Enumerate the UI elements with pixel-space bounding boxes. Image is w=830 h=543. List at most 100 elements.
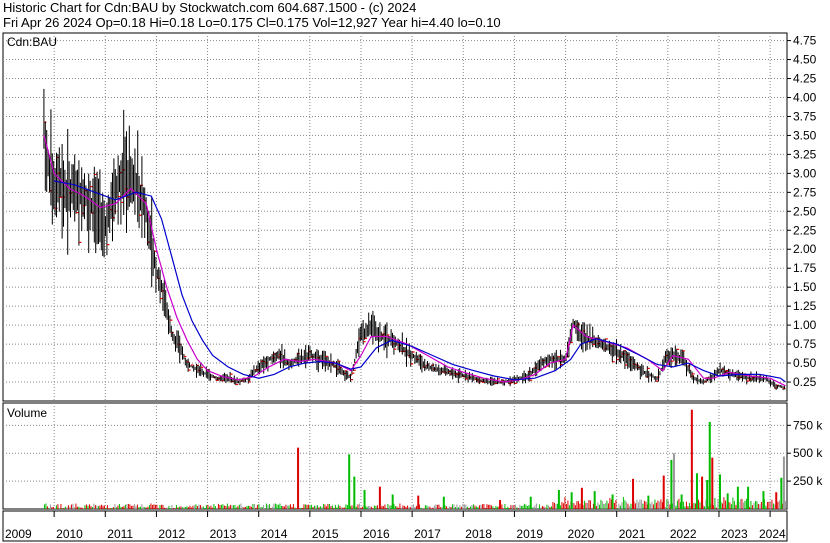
volume-bar bbox=[496, 506, 498, 509]
volume-bar bbox=[433, 505, 435, 509]
volume-bar bbox=[666, 499, 668, 509]
volume-bar bbox=[312, 507, 314, 509]
volume-bar bbox=[483, 503, 485, 509]
volume-bar bbox=[174, 508, 176, 509]
volume-bar bbox=[562, 503, 564, 509]
volume-bar bbox=[564, 497, 566, 509]
volume-bar bbox=[304, 504, 306, 509]
volume-bar bbox=[459, 505, 461, 509]
volume-y-tick-label: 500 k bbox=[793, 446, 823, 460]
volume-bar bbox=[744, 500, 746, 509]
volume-bar bbox=[181, 507, 183, 509]
volume-bar bbox=[565, 504, 567, 509]
volume-bar bbox=[348, 454, 351, 509]
volume-bar bbox=[310, 504, 312, 509]
price-y-tick-label: 0.75 bbox=[793, 337, 817, 351]
volume-bar bbox=[723, 497, 725, 509]
volume-bar bbox=[675, 505, 677, 509]
volume-bar bbox=[501, 504, 503, 509]
volume-bar bbox=[435, 504, 437, 509]
volume-bar bbox=[570, 492, 573, 509]
volume-bar bbox=[651, 501, 653, 509]
volume-bar bbox=[334, 504, 336, 509]
volume-bar bbox=[153, 504, 155, 509]
volume-bar bbox=[463, 504, 465, 509]
volume-bar bbox=[528, 505, 530, 509]
volume-bar bbox=[306, 504, 308, 509]
price-y-tick-label: 3.00 bbox=[793, 166, 817, 180]
volume-bar bbox=[456, 504, 458, 509]
volume-bar bbox=[336, 507, 338, 509]
volume-bar bbox=[43, 504, 45, 509]
volume-bar bbox=[97, 506, 99, 509]
volume-bar bbox=[366, 506, 368, 509]
volume-bar bbox=[741, 498, 743, 509]
volume-bar bbox=[622, 497, 624, 509]
volume-bar bbox=[662, 475, 665, 509]
volume-bar bbox=[669, 504, 671, 509]
volume-bar bbox=[468, 507, 470, 509]
volume-bar bbox=[520, 505, 522, 509]
volume-bar bbox=[645, 501, 647, 509]
volume-bar bbox=[508, 508, 510, 509]
volume-bar bbox=[682, 501, 684, 509]
volume-y-tick-label: 250 k bbox=[793, 474, 823, 488]
volume-bar bbox=[555, 503, 557, 509]
volume-bar bbox=[495, 505, 497, 509]
volume-bar bbox=[778, 500, 780, 509]
volume-bar bbox=[355, 506, 357, 509]
price-panel-title: Cdn:BAU bbox=[7, 35, 57, 49]
volume-bar bbox=[105, 507, 107, 509]
volume-bar bbox=[288, 505, 290, 509]
volume-bar bbox=[102, 505, 104, 509]
volume-bar bbox=[550, 506, 552, 509]
volume-bar bbox=[544, 507, 546, 509]
volume-bar bbox=[133, 504, 135, 509]
volume-bar bbox=[784, 500, 786, 509]
volume-bar bbox=[552, 502, 554, 509]
volume-bar bbox=[772, 503, 774, 509]
volume-bar bbox=[313, 505, 315, 509]
volume-bar bbox=[66, 507, 68, 509]
volume-bar bbox=[640, 499, 642, 509]
volume-bar bbox=[606, 500, 608, 509]
x-axis-tick-label: 2015 bbox=[312, 527, 339, 541]
volume-bar bbox=[469, 506, 471, 509]
volume-bar bbox=[504, 503, 506, 509]
volume-bar bbox=[208, 506, 210, 509]
volume-bar bbox=[588, 500, 590, 509]
price-y-tick-label: 3.50 bbox=[793, 128, 817, 142]
x-axis-tick-label: 2012 bbox=[158, 527, 185, 541]
volume-bar bbox=[319, 506, 321, 509]
volume-bar bbox=[151, 504, 153, 509]
volume-bar bbox=[529, 496, 532, 509]
volume-bar bbox=[489, 504, 491, 509]
volume-bar bbox=[315, 505, 317, 509]
volume-bar bbox=[632, 478, 635, 509]
volume-bar bbox=[540, 507, 542, 509]
volume-bar bbox=[619, 505, 621, 509]
volume-bar bbox=[618, 503, 620, 509]
x-axis-tick-label: 2014 bbox=[261, 527, 288, 541]
volume-bar bbox=[472, 504, 474, 509]
volume-bar bbox=[685, 501, 687, 509]
volume-bar bbox=[724, 500, 726, 509]
volume-bar bbox=[706, 479, 709, 509]
volume-bar bbox=[81, 507, 83, 509]
volume-bar bbox=[547, 505, 549, 509]
volume-bar bbox=[513, 504, 515, 509]
volume-bar bbox=[580, 487, 583, 509]
volume-bar bbox=[532, 507, 534, 509]
volume-bar bbox=[307, 504, 309, 509]
volume-bar bbox=[252, 503, 254, 509]
volume-bar bbox=[739, 499, 741, 509]
volume-bar bbox=[375, 505, 377, 509]
volume-bar bbox=[382, 506, 384, 509]
volume-bar bbox=[538, 504, 540, 509]
volume-bar bbox=[183, 506, 185, 509]
volume-bar bbox=[519, 504, 521, 509]
volume-bar bbox=[82, 508, 84, 509]
volume-bar bbox=[522, 505, 524, 509]
volume-bar bbox=[61, 508, 63, 509]
volume-bar bbox=[715, 507, 717, 509]
